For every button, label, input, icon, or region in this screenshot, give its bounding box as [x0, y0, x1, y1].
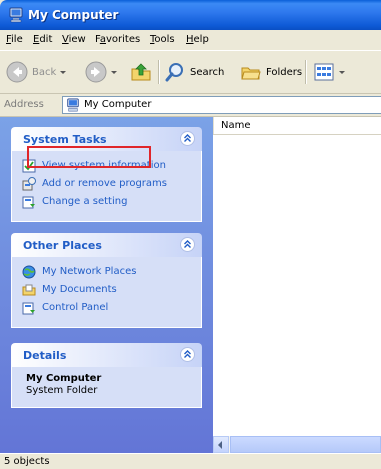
- other-places-body: My Network Places My Documents Control P…: [11, 257, 202, 328]
- task-add-remove-programs[interactable]: Add or remove programs: [12, 175, 201, 193]
- views-button[interactable]: [313, 58, 345, 86]
- folders-icon: [241, 67, 261, 80]
- scroll-left-button[interactable]: [213, 436, 229, 453]
- address-label: Address: [4, 99, 44, 110]
- menu-view-accel: V: [62, 34, 69, 45]
- address-bar: Address My Computer: [0, 94, 381, 117]
- menu-edit-rest: dit: [39, 34, 53, 45]
- status-text: 5 objects: [4, 456, 50, 467]
- details-title: Details: [23, 349, 67, 362]
- menu-help-rest: elp: [193, 34, 209, 45]
- chevron-left-icon: [218, 441, 222, 449]
- place-my-network-places[interactable]: My Network Places: [12, 263, 201, 281]
- my-computer-icon: [9, 7, 23, 23]
- folder-up-icon: [131, 63, 151, 81]
- search-label: Search: [190, 66, 225, 78]
- folders-button[interactable]: Folders: [240, 58, 302, 86]
- task-change-setting[interactable]: Change a setting: [12, 193, 201, 211]
- menu-edit[interactable]: Edit: [33, 34, 52, 45]
- place-label: My Documents: [42, 284, 117, 295]
- views-icon: [314, 63, 334, 81]
- network-places-icon: [22, 265, 36, 279]
- place-label: Control Panel: [42, 302, 109, 313]
- other-places-header[interactable]: Other Places: [11, 233, 202, 257]
- highlight-box: [27, 146, 151, 168]
- address-value: My Computer: [84, 99, 152, 110]
- address-input[interactable]: My Computer: [62, 96, 381, 114]
- search-icon: [165, 63, 183, 82]
- menu-help-accel: H: [186, 34, 194, 45]
- collapse-button[interactable]: [180, 347, 195, 362]
- toolbar-separator: [305, 60, 307, 84]
- chevron-up-icon: [184, 240, 191, 248]
- menu-view[interactable]: View: [62, 34, 86, 45]
- documents-folder-icon: [22, 284, 36, 296]
- details-item-name: My Computer: [26, 373, 102, 384]
- task-label: Change a setting: [42, 196, 128, 207]
- place-control-panel[interactable]: Control Panel: [12, 299, 201, 317]
- search-button[interactable]: Search: [164, 58, 224, 86]
- system-tasks-title: System Tasks: [23, 133, 107, 146]
- menu-view-rest: iew: [68, 34, 86, 45]
- forward-button[interactable]: [85, 58, 117, 86]
- explorer-window: My Computer File Edit View Favorites Too…: [0, 0, 381, 469]
- horizontal-scrollbar[interactable]: [213, 436, 381, 453]
- window-title: My Computer: [28, 8, 119, 22]
- column-name-label: Name: [221, 120, 251, 131]
- add-remove-programs-icon: [22, 177, 36, 191]
- scroll-thumb[interactable]: [230, 436, 381, 453]
- control-panel-icon: [22, 196, 35, 209]
- title-bar[interactable]: My Computer: [0, 0, 381, 30]
- folders-label: Folders: [266, 66, 303, 78]
- back-label: Back: [32, 66, 57, 78]
- details-header[interactable]: Details: [11, 343, 202, 367]
- chevron-up-icon: [184, 134, 191, 142]
- collapse-button[interactable]: [180, 237, 195, 252]
- menu-favorites-rest: vorites: [105, 34, 141, 45]
- back-arrow-icon: [6, 61, 28, 83]
- collapse-button[interactable]: [180, 131, 195, 146]
- menu-bar: File Edit View Favorites Tools Help: [0, 30, 381, 51]
- up-button[interactable]: [130, 58, 152, 86]
- place-my-documents[interactable]: My Documents: [12, 281, 201, 299]
- other-places-panel: Other Places My Network Places My Docume…: [11, 233, 202, 328]
- file-list[interactable]: Name: [213, 117, 381, 436]
- menu-file-rest: ile: [11, 34, 23, 45]
- views-dropdown-icon[interactable]: [339, 70, 345, 74]
- place-label: My Network Places: [42, 266, 137, 277]
- toolbar-separator: [158, 60, 160, 84]
- forward-dropdown-icon[interactable]: [111, 70, 117, 74]
- details-item-type: System Folder: [26, 385, 98, 396]
- chevron-up-icon: [184, 350, 191, 358]
- system-tasks-panel: System Tasks View system information Add…: [11, 127, 202, 222]
- back-dropdown-icon[interactable]: [60, 70, 67, 74]
- control-panel-icon: [22, 302, 35, 315]
- details-panel: Details My Computer System Folder: [11, 343, 202, 408]
- details-body: My Computer System Folder: [11, 367, 202, 408]
- menu-file[interactable]: File: [6, 34, 23, 45]
- menu-help[interactable]: Help: [186, 34, 209, 45]
- my-computer-icon: [67, 98, 79, 112]
- other-places-title: Other Places: [23, 239, 102, 252]
- task-label: Add or remove programs: [42, 178, 167, 189]
- menu-favorites[interactable]: Favorites: [95, 34, 140, 45]
- forward-arrow-icon: [85, 61, 107, 83]
- standard-toolbar: Back Search Folders: [0, 51, 381, 94]
- status-bar: 5 objects: [0, 453, 381, 469]
- column-header-name[interactable]: Name: [213, 117, 381, 135]
- back-button[interactable]: Back: [6, 58, 67, 86]
- menu-tools-rest: ools: [154, 34, 175, 45]
- menu-tools[interactable]: Tools: [150, 34, 175, 45]
- column-separator: [213, 117, 214, 134]
